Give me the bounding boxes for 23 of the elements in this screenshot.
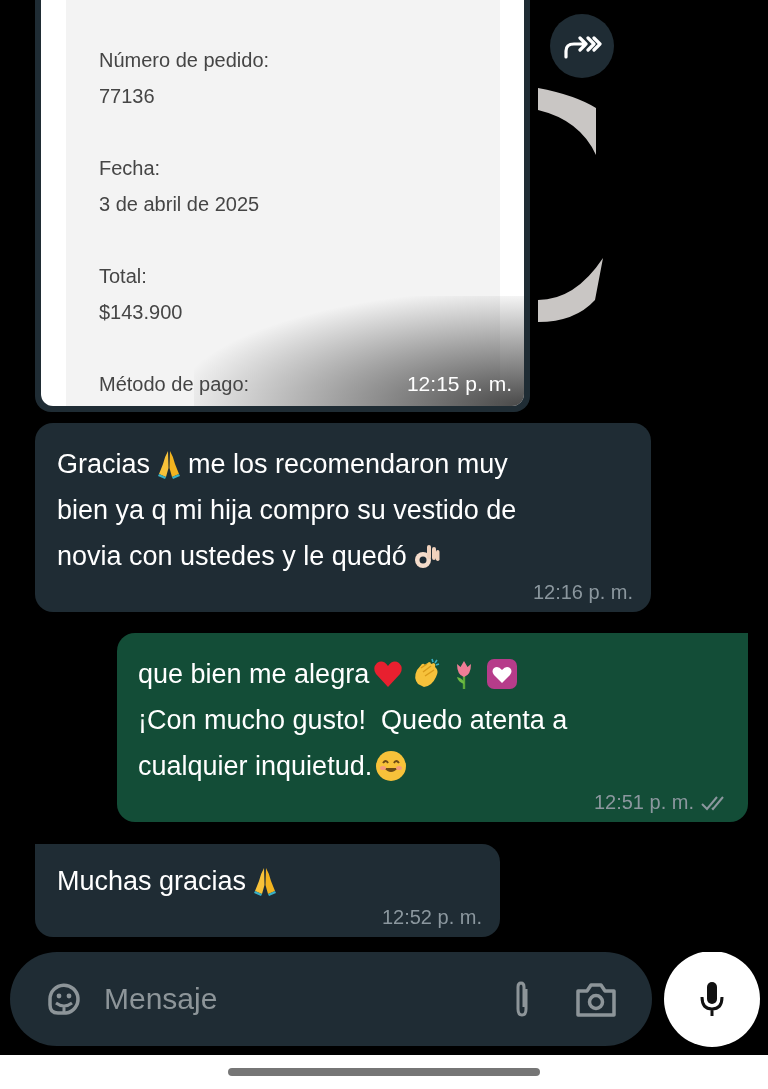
receipt-value: 77136: [99, 84, 155, 109]
image-message-bubble[interactable]: Número de pedido: 77136 Fecha: 3 de abril de 2025 Total: $143.900 Método de pago: 12:15 p. m.: [35, 0, 530, 412]
message-time: 12:15 p. m.: [406, 372, 512, 396]
message-text: me los recomendaron muy: [188, 448, 508, 480]
message-text: novia con ustedes y le quedó: [57, 540, 407, 572]
message-text: Gracias: [57, 448, 151, 480]
receipt-value: 3 de abril de 2025: [99, 192, 260, 217]
message-time: 12:52 p. m.: [381, 906, 482, 929]
message-text: que bien me alegra: [138, 658, 370, 690]
message-text: Muchas gracias: [57, 865, 247, 897]
receipt-label: Método de pago:: [99, 372, 250, 397]
receipt-label: Total:: [99, 264, 147, 289]
message-text: ¡Con mucho gusto! Quedo atenta a: [138, 704, 568, 736]
message-time: 12:51 p. m.: [593, 791, 694, 814]
smiling-face-icon: [375, 750, 408, 782]
receipt-value: $143.900: [99, 300, 183, 325]
heart-square-icon: [486, 658, 519, 690]
message-time: 12:16 p. m.: [532, 581, 633, 604]
message-text: cualquier inquietud.: [138, 750, 373, 782]
message-text: bien ya q mi hija compro su vestido de: [57, 494, 517, 526]
receipt-label: Número de pedido:: [99, 48, 270, 73]
message-input[interactable]: Mensaje: [102, 981, 492, 1017]
receipt-label: Fecha:: [99, 156, 161, 181]
